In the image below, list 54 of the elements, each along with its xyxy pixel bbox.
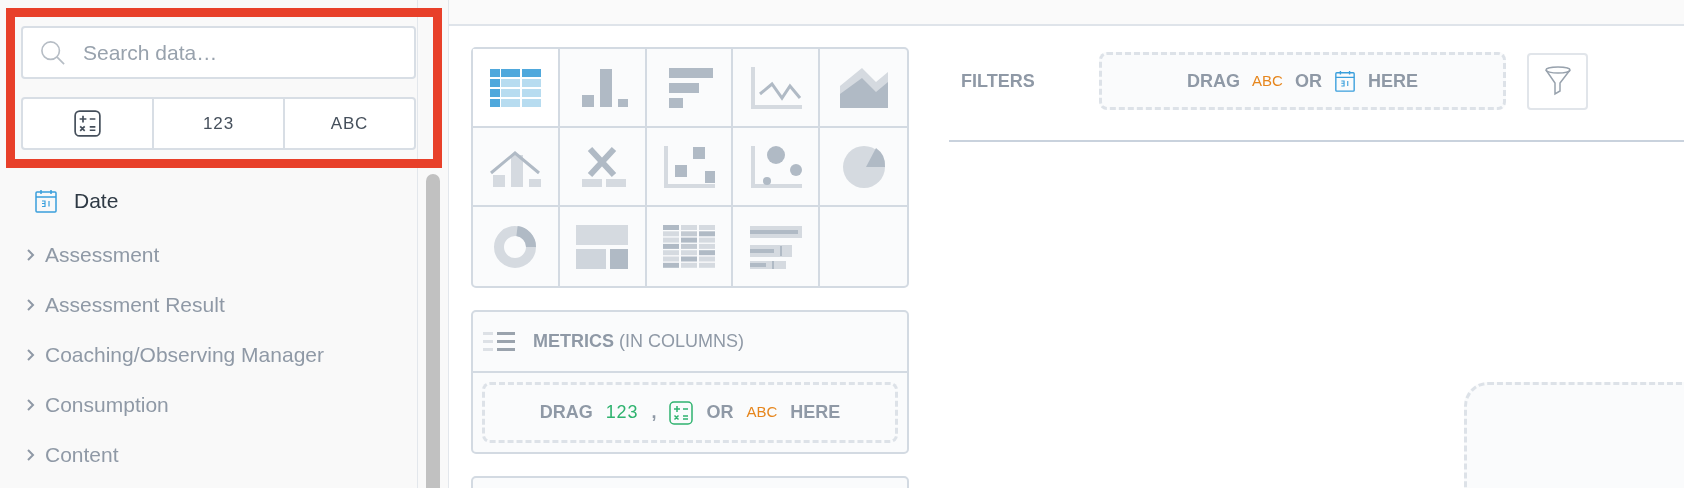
chevron-right-icon <box>25 248 37 262</box>
filters-label: FILTERS <box>961 69 1036 93</box>
area-chart-icon <box>837 65 890 110</box>
filters-drop-zone[interactable]: DRAG ABC OR HERE <box>1099 52 1506 110</box>
drop-hint-word: DRAG <box>539 401 593 424</box>
drop-hint-word: DRAG <box>1187 69 1241 93</box>
number-type-label: 123 <box>605 401 639 424</box>
search-input[interactable]: Search data… <box>83 36 398 69</box>
chevron-right-icon <box>25 298 37 312</box>
field-group[interactable]: Consumption <box>0 380 417 430</box>
list-icon <box>483 330 517 353</box>
scatter-chart-icon <box>663 144 715 189</box>
drop-area[interactable] <box>1464 382 1684 488</box>
metrics-title: METRICS (IN COLUMNS) <box>533 330 744 353</box>
calendar-icon <box>34 189 58 213</box>
drop-hint-word: OR <box>706 401 734 424</box>
field-group[interactable]: Content <box>0 430 417 480</box>
chart-type-button[interactable] <box>473 128 560 207</box>
attribute-type-label: ABC <box>746 402 778 423</box>
field-group[interactable]: Assessment <box>0 230 417 280</box>
heatmap-icon <box>663 224 715 269</box>
chart-type-button[interactable] <box>473 49 560 128</box>
chevron-right-icon <box>25 348 37 362</box>
metrics-drop-zone[interactable]: DRAG 123 , OR ABC HERE <box>482 382 898 443</box>
chevron-right-icon <box>25 398 37 412</box>
chevron-right-icon <box>25 448 37 462</box>
scrollbar[interactable] <box>426 174 440 488</box>
calculator-icon <box>74 110 101 137</box>
chart-type-button[interactable] <box>559 128 647 207</box>
field-group[interactable]: Assessment Result <box>0 280 417 330</box>
chart-type-button[interactable] <box>559 49 647 128</box>
calendar-icon <box>1333 70 1356 92</box>
search-icon <box>39 38 67 67</box>
filter-button[interactable] <box>1527 52 1588 110</box>
bullet-chart-icon <box>749 224 802 269</box>
line-chart-icon <box>749 65 802 110</box>
calculator-icon <box>669 400 694 425</box>
funnel-icon <box>1543 66 1572 96</box>
attribute-type-label: ABC <box>1252 70 1283 91</box>
chart-type-button[interactable] <box>646 128 734 207</box>
type-filter-button[interactable]: 123 <box>152 99 283 148</box>
chart-type-button[interactable] <box>733 128 821 207</box>
search-field[interactable]: Search data… <box>21 26 416 79</box>
chart-type-button[interactable] <box>733 49 821 128</box>
drop-hint-word: OR <box>1294 69 1322 93</box>
field-label[interactable]: Date <box>74 185 119 217</box>
bubble-chart-icon <box>749 144 802 189</box>
drop-hint-word: HERE <box>790 401 841 424</box>
treemap-icon <box>576 224 629 269</box>
chart-type-button[interactable] <box>646 49 734 128</box>
drop-hint-word: , <box>651 401 657 424</box>
drop-hint-word: HERE <box>1367 69 1418 93</box>
field-group[interactable]: Coaching/Observing Manager <box>0 330 417 380</box>
type-filter-button[interactable]: ABC <box>283 99 414 148</box>
